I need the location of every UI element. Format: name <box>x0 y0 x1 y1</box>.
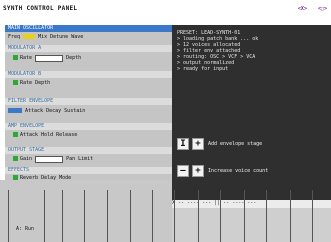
checkbox[interactable] <box>13 80 18 85</box>
close-window-button[interactable]: <X> <box>298 6 307 12</box>
checkbox[interactable] <box>13 55 18 60</box>
editor-panel: PRESET: LEAD-SYNTH-01 > loading patch ba… <box>172 25 331 208</box>
maximize-window-button[interactable]: <□> <box>318 6 327 12</box>
checkbox[interactable] <box>13 132 18 137</box>
window-controls: <X> <□> <box>290 6 327 12</box>
param-label: Depth <box>66 55 82 61</box>
section-header[interactable]: MAIN OSCILLATOR <box>5 25 172 32</box>
app-title: SYNTH CONTROL PANEL <box>3 5 78 12</box>
increase-button[interactable]: + <box>192 165 204 177</box>
divider <box>84 190 85 242</box>
section-header[interactable]: EFFECTS <box>5 167 172 174</box>
remove-button[interactable]: — <box>177 165 189 177</box>
param-label: Limit <box>78 156 94 162</box>
value-field[interactable] <box>35 55 64 62</box>
param-label: Freq <box>8 34 21 40</box>
param-label: Release <box>56 132 78 138</box>
section-row: Rate Depth <box>13 80 50 86</box>
param-label: Hold <box>41 132 54 138</box>
divider <box>62 190 63 242</box>
button-caption: Add envelope stage <box>208 141 263 147</box>
divider <box>198 190 199 242</box>
param-label: Decay <box>46 108 62 114</box>
param-label: Depth <box>35 80 51 86</box>
param-label: Sustain <box>64 108 86 114</box>
divider <box>290 190 291 242</box>
insert-button[interactable]: I <box>177 138 189 150</box>
param-label: Attack <box>25 108 44 114</box>
section-row: Attack Decay Sustain <box>8 108 85 114</box>
param-label: Rate <box>20 80 33 86</box>
param-label: Attack <box>20 132 39 138</box>
divider <box>244 190 245 242</box>
param-label: Detune <box>50 34 69 40</box>
section-row: Gain Pan Limit <box>13 156 94 163</box>
divider <box>312 190 313 242</box>
section-header[interactable]: MODULATOR A <box>5 45 172 52</box>
section-header[interactable]: MODULATOR B <box>5 71 172 78</box>
section-header[interactable]: FILTER ENVELOPE <box>5 98 172 105</box>
param-label: Gain <box>20 156 33 162</box>
divider <box>174 190 175 242</box>
title-bar: SYNTH CONTROL PANEL <X> <□> <box>0 0 331 18</box>
add-button[interactable]: + <box>192 138 204 150</box>
param-label: Mix <box>38 34 48 40</box>
value-field[interactable] <box>35 156 64 163</box>
divider <box>220 190 221 242</box>
footer-item[interactable]: A: Run <box>16 226 34 232</box>
checkbox[interactable] <box>13 156 18 161</box>
divider <box>130 190 131 242</box>
section-header[interactable]: AMP ENVELOPE <box>5 123 172 130</box>
section-header[interactable]: OUTPUT STAGE <box>5 147 172 154</box>
section-row: Rate Depth <box>13 55 82 62</box>
console-output: PRESET: LEAD-SYNTH-01 > loading patch ba… <box>177 30 327 72</box>
divider <box>8 190 9 242</box>
bottom-bar-right <box>172 208 331 242</box>
settings-panel: MAIN OSCILLATOR Freq Mix Detune Wave MOD… <box>5 25 172 181</box>
divider <box>152 190 153 242</box>
param-label: Wave <box>71 34 84 40</box>
slider-fill[interactable] <box>8 108 22 113</box>
divider <box>107 190 108 242</box>
param-label: Rate <box>20 55 33 61</box>
bottom-bar: A: Run <box>0 180 172 242</box>
section-row: Attack Hold Release <box>13 132 77 138</box>
status-strip: X -- ---- --- || -- ---- --- <box>172 200 331 208</box>
highlight-field[interactable] <box>23 34 36 39</box>
section-row: Freq Mix Detune Wave <box>8 34 83 40</box>
param-label: Pan <box>66 156 76 162</box>
divider <box>266 190 267 242</box>
console-line: > ready for input <box>177 66 229 72</box>
divider <box>44 190 45 242</box>
button-caption: Increase voice count <box>208 168 269 174</box>
